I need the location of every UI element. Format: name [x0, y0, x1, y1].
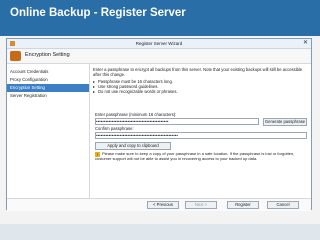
register-button[interactable]: Register	[227, 201, 259, 209]
cancel-button[interactable]: Cancel	[267, 201, 299, 209]
slide-footer-strip	[0, 224, 320, 240]
passphrase-rules: Passphrase must be 16 characters long. U…	[93, 79, 307, 94]
sidebar-item-encryption-setting[interactable]: Encryption Setting	[7, 84, 89, 92]
sidebar-item-server-registration[interactable]: Server Registration	[7, 92, 89, 100]
next-button[interactable]: Next >	[185, 201, 217, 209]
window-title: Register Server Wizard	[135, 41, 183, 46]
slide-title: Online Backup - Register Server	[10, 7, 186, 19]
wizard-steps: Account Credentials Proxy Configuration …	[7, 64, 90, 210]
previous-button[interactable]: < Previous	[147, 201, 179, 209]
wizard-window: Register Server Wizard ✕ Encryption Sett…	[6, 38, 312, 211]
wizard-footer: < Previous Next > Register Cancel	[7, 198, 311, 211]
generate-passphrase-button[interactable]: Generate passphrase	[263, 118, 307, 126]
warning-text: Please make sure to keep a copy of your …	[95, 151, 295, 161]
step-heading: Encryption Setting	[25, 52, 70, 58]
window-titlebar: Register Server Wizard ✕	[7, 39, 311, 49]
passphrase-input[interactable]: ••••••••••••••••••••••••••••••••••••••••…	[95, 118, 259, 125]
passphrase-label: Enter passphrase (minimum 16 characters)…	[95, 112, 177, 117]
intro-text: Enter a passphrase to encrypt all backup…	[93, 67, 303, 77]
confirm-label: Confirm passphrase:	[95, 126, 134, 131]
rule-item: Do not use recognizable words or phrases…	[93, 89, 307, 94]
confirm-passphrase-input[interactable]: ••••••••••••••••••••••••••••••••••••••••…	[95, 132, 307, 139]
close-icon[interactable]: ✕	[303, 39, 308, 48]
apply-copy-button[interactable]: Apply and copy to clipboard	[95, 142, 171, 150]
step-banner: Encryption Setting	[7, 49, 311, 64]
slide-title-bar: Online Backup - Register Server	[0, 0, 320, 36]
warning-message: ! Please make sure to keep a copy of your…	[95, 151, 307, 162]
sidebar-item-account-credentials[interactable]: Account Credentials	[7, 68, 89, 76]
lock-icon	[10, 51, 21, 61]
instructions: Enter a passphrase to encrypt all backup…	[93, 67, 307, 94]
sidebar-item-proxy-configuration[interactable]: Proxy Configuration	[7, 76, 89, 84]
